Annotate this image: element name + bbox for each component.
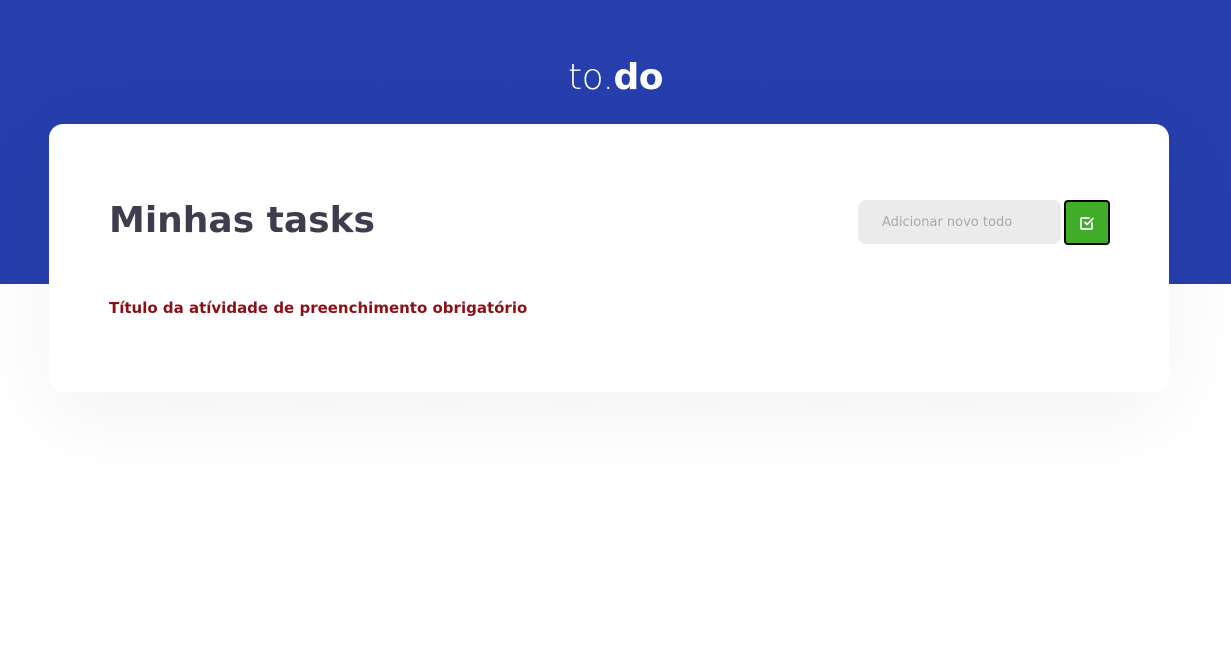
tasks-card: Minhas tasks Título da atívidade de pree… bbox=[49, 124, 1169, 392]
validation-error-message: Título da atívidade de preenchimento obr… bbox=[109, 299, 528, 317]
page-title: Minhas tasks bbox=[109, 200, 375, 241]
todo-page: to.do Minhas tasks Título da atívidade d… bbox=[0, 0, 1231, 657]
logo-light-text: to. bbox=[568, 57, 614, 98]
app-logo: to.do bbox=[0, 56, 1231, 100]
add-todo-button[interactable] bbox=[1064, 200, 1110, 245]
check-square-icon bbox=[1079, 215, 1095, 231]
logo-bold-text: do bbox=[613, 57, 663, 98]
new-todo-input[interactable] bbox=[858, 200, 1061, 244]
